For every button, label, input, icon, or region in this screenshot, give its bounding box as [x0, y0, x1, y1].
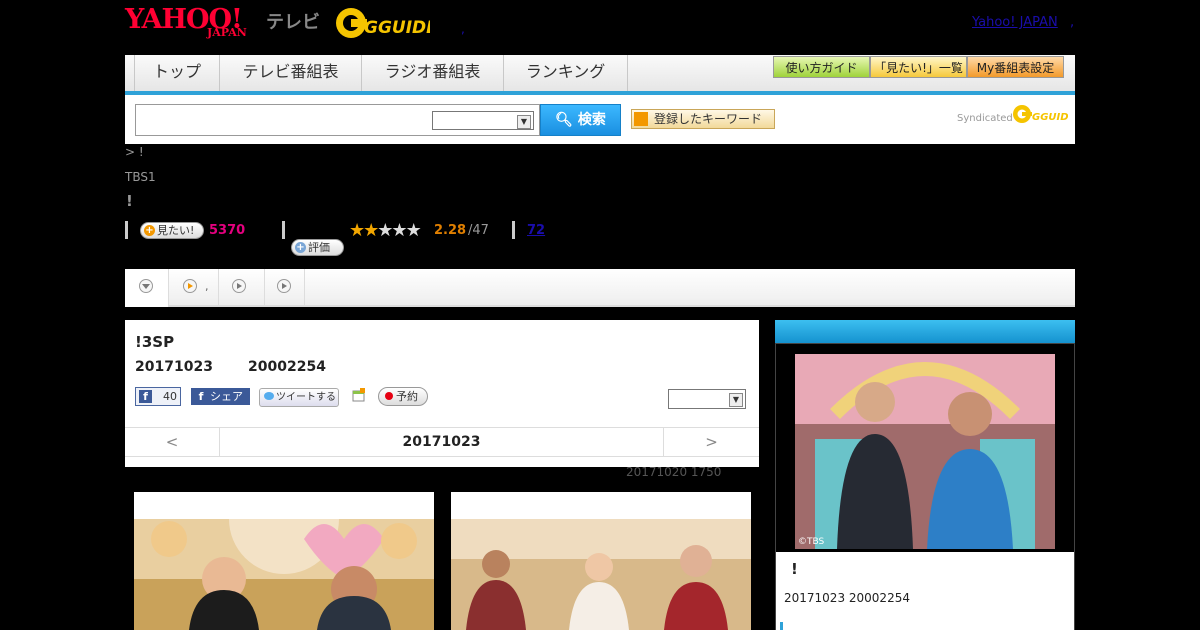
caret-down-icon	[634, 112, 648, 126]
tv-logo-text[interactable]: テレビ	[266, 8, 320, 34]
current-date: 20171023	[402, 434, 481, 450]
breadcrumb: > !	[125, 145, 144, 159]
tab-next-1[interactable]: ,	[169, 269, 219, 307]
episode-title: !3SP	[135, 333, 175, 351]
facebook-share-button[interactable]: f シェア	[191, 388, 250, 405]
nav-top[interactable]: トップ	[134, 55, 220, 91]
divider	[282, 221, 285, 239]
reserve-button[interactable]: 予約	[378, 387, 428, 406]
yahoo-japan-link[interactable]: Yahoo! JAPAN	[972, 15, 1058, 30]
divider	[512, 221, 515, 239]
star-empty-icon: ★	[377, 220, 393, 241]
syndicated-gguide-logo: GGUIDE	[1013, 105, 1068, 123]
play-circle-icon	[277, 279, 291, 293]
facebook-count-value: 40	[163, 390, 177, 403]
episode-date: 20171023	[135, 359, 213, 375]
side-program-title: !	[791, 560, 798, 578]
side-panel-header	[775, 320, 1075, 343]
program-photo-2[interactable]	[451, 519, 751, 630]
registered-keyword-label: 登録したキーワード	[654, 112, 763, 126]
rating-button[interactable]: + 評価	[291, 239, 344, 256]
search-category-select[interactable]: ▼	[432, 111, 534, 130]
rating-score: 2.28	[434, 223, 467, 238]
gguide-logo-text: GGUIDE	[364, 18, 430, 38]
prev-date-button[interactable]: <	[125, 428, 220, 456]
update-timestamp: 20171020 1750	[626, 465, 722, 479]
play-circle-icon	[232, 279, 246, 293]
star-empty-icon: ★	[405, 220, 422, 241]
tweet-button[interactable]: ツイートする	[259, 388, 339, 407]
chevron-down-icon: ▼	[729, 393, 743, 407]
nav-tv-schedule[interactable]: テレビ番組表	[220, 55, 362, 91]
next-date-button[interactable]: >	[663, 428, 759, 456]
side-program-photo[interactable]	[795, 354, 1055, 549]
program-photo-1[interactable]	[134, 519, 434, 630]
facebook-count[interactable]: f 40	[135, 387, 181, 406]
mitai-button[interactable]: + 見たい!	[140, 222, 204, 239]
plus-icon: +	[144, 225, 155, 236]
episode-time: 20002254	[248, 359, 326, 375]
header-link-dot: ,	[1070, 15, 1075, 30]
reserve-label: 予約	[396, 390, 418, 403]
header-dot: ,	[461, 22, 465, 36]
search-button[interactable]: 🔍︎ 検索	[540, 104, 621, 136]
yahoo-japan-logo-sub: JAPAN	[207, 26, 247, 39]
mitai-label: 見たい!	[157, 224, 195, 237]
program-title: !	[126, 192, 133, 210]
rating-stars: ★★★★★	[349, 220, 422, 241]
star-icon: ★	[363, 220, 379, 241]
chevron-down-icon: ▼	[517, 115, 531, 129]
play-circle-icon	[183, 279, 197, 293]
plus-icon: +	[295, 242, 306, 253]
tweet-label: ツイートする	[276, 392, 336, 403]
side-date-time: 20171023 20002254	[784, 591, 910, 605]
gguide-logo[interactable]: GGUIDE	[334, 6, 430, 40]
review-count-link[interactable]: 72	[527, 223, 545, 238]
side-accent-bar	[780, 622, 783, 630]
search-icon: 🔍︎	[555, 112, 573, 128]
tab-label: ,	[205, 280, 209, 293]
facebook-share-label: シェア	[210, 390, 243, 403]
nav-ranking[interactable]: ランキング	[504, 55, 628, 91]
copyright-mark: ©TBS	[798, 537, 825, 547]
tab-next-2[interactable]	[219, 269, 265, 307]
chevron-down-circle-icon	[139, 279, 153, 293]
facebook-icon: f	[198, 390, 204, 403]
syndicated-label: Syndicated	[957, 113, 1013, 124]
rating-total: /47	[468, 223, 489, 238]
mitai-list-button[interactable]: 「見たい!」一覧	[870, 56, 967, 78]
guide-button[interactable]: 使い方ガイド	[773, 56, 870, 78]
tab-next-3[interactable]	[265, 269, 305, 307]
tab-current[interactable]	[125, 269, 169, 307]
facebook-icon: f	[139, 390, 152, 403]
divider	[125, 221, 128, 239]
syndicated-logo-text: GGUIDE	[1032, 112, 1068, 123]
mitai-count: 5370	[209, 223, 246, 238]
star-icon: ★	[349, 220, 365, 241]
star-empty-icon: ★	[391, 220, 407, 241]
twitter-bird-icon	[264, 392, 274, 400]
nav-radio-schedule[interactable]: ラジオ番組表	[362, 55, 504, 91]
record-dot-icon	[385, 392, 393, 400]
add-calendar-icon[interactable]	[352, 388, 366, 402]
registered-keyword-button[interactable]: 登録したキーワード	[631, 109, 775, 129]
station-name: TBS1	[125, 170, 156, 184]
my-schedule-settings-button[interactable]: My番組表設定	[967, 56, 1064, 78]
search-button-label: 検索	[577, 112, 606, 128]
rating-label: 評価	[308, 241, 330, 254]
episode-select[interactable]: ▼	[668, 389, 746, 409]
